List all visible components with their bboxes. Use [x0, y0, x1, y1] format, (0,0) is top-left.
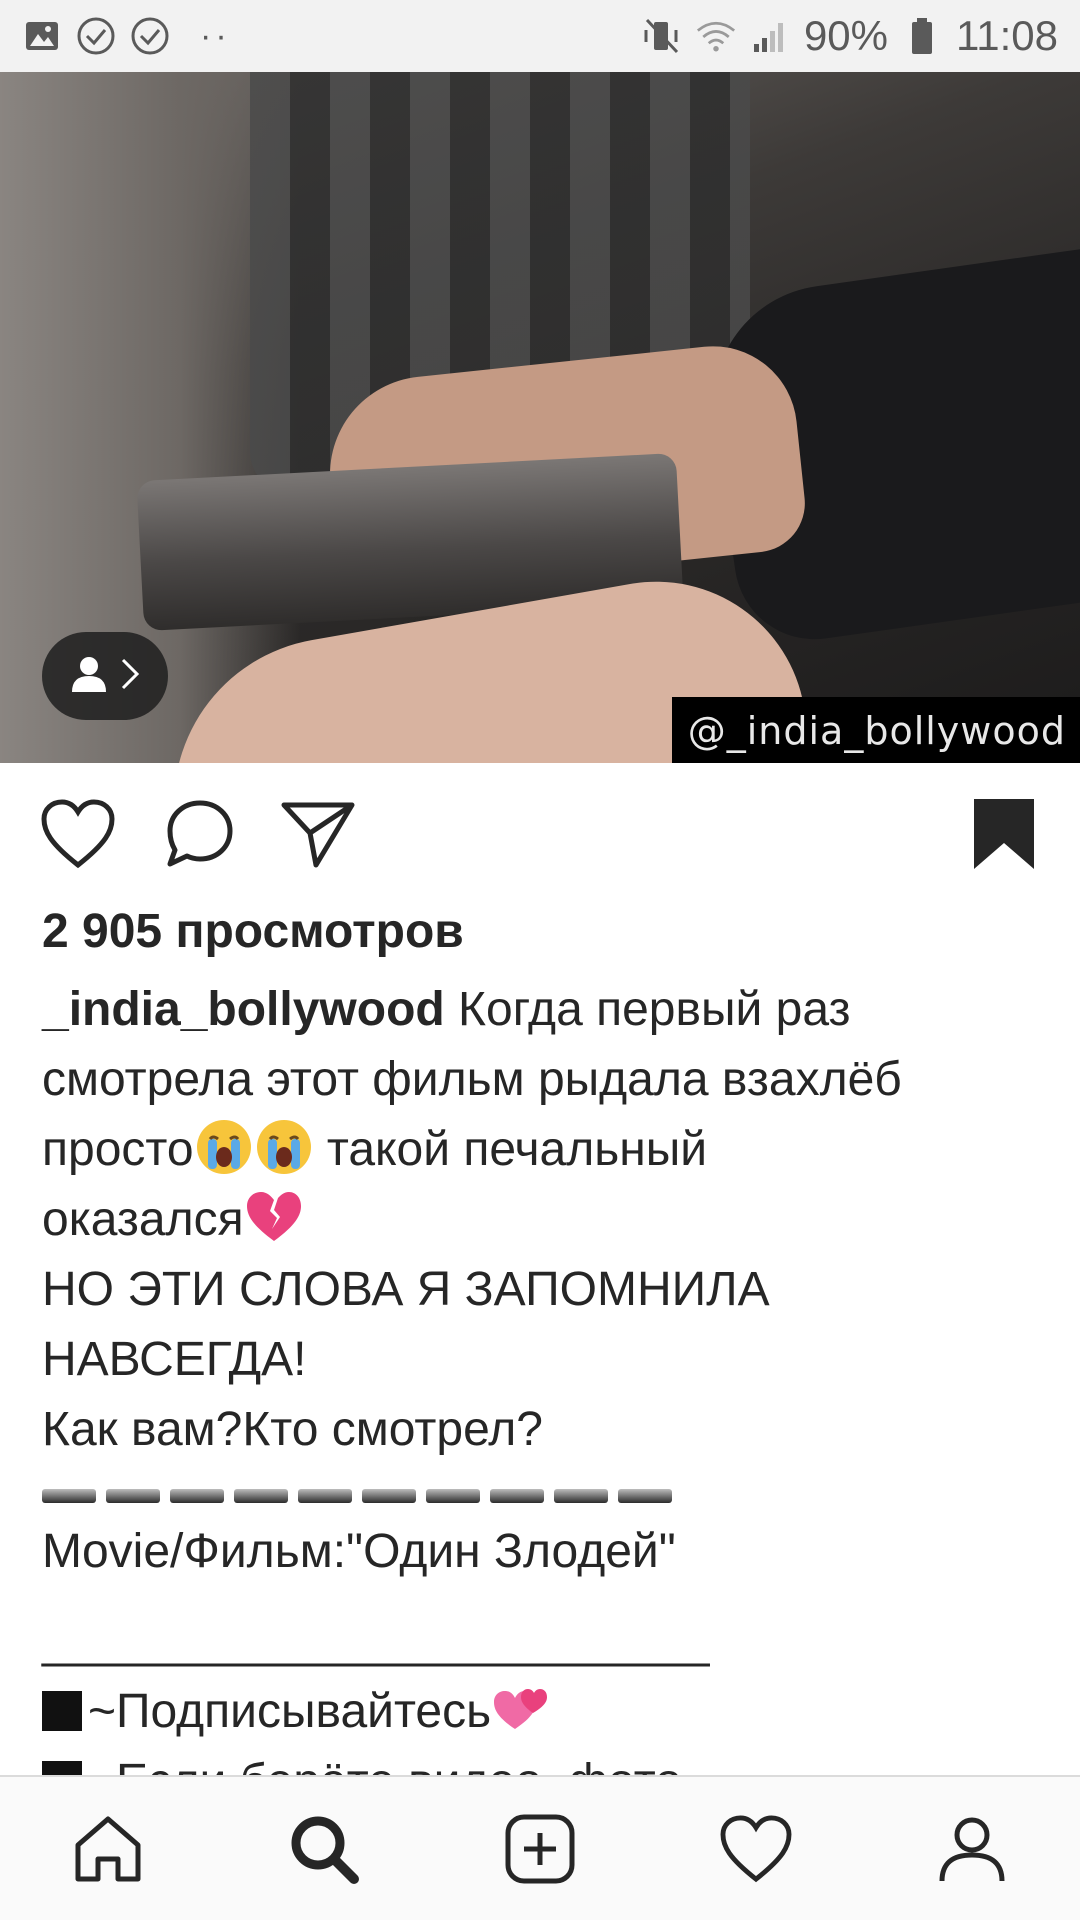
dash-icon — [490, 1489, 544, 1503]
post-caption: _india_bollywood Когда первый раз смотре… — [42, 975, 1042, 1817]
dash-icon — [106, 1489, 160, 1503]
user-icon — [69, 654, 109, 699]
broken-heart-emoji — [244, 1187, 304, 1247]
dash-icon — [234, 1489, 288, 1503]
post-video[interactable]: @_india_bollywood — [0, 72, 1080, 763]
dash-icon — [170, 1489, 224, 1503]
like-icon[interactable] — [34, 790, 122, 878]
check-circle-icon — [76, 16, 116, 56]
dash-icon — [362, 1489, 416, 1503]
battery-percent: 90% — [803, 12, 888, 59]
caption-line: ~Подписывайтесь — [42, 1677, 1042, 1747]
hearts-emoji — [491, 1679, 551, 1739]
caption-username[interactable]: _india_bollywood — [42, 983, 445, 1036]
post-actions — [0, 790, 1080, 878]
caption-text: смотрела этот фильм рыдала взахлёб — [42, 1053, 902, 1106]
dash-icon — [554, 1489, 608, 1503]
views-count: 2 905 просмотров — [42, 905, 464, 958]
caption-text: Как вам?Кто смотрел? — [42, 1403, 543, 1456]
share-icon[interactable] — [274, 790, 362, 878]
add-post-icon[interactable] — [432, 1777, 648, 1920]
crying-face-emoji — [254, 1117, 314, 1177]
profile-icon[interactable] — [864, 1777, 1080, 1920]
caption-text: ~Подписывайтесь — [88, 1685, 492, 1738]
dash-icon — [298, 1489, 352, 1503]
bookmark-icon[interactable] — [960, 790, 1048, 878]
black-square-icon — [42, 1691, 82, 1731]
home-icon[interactable] — [0, 1777, 216, 1920]
caption-line: оказался — [42, 1185, 1042, 1255]
dash-icon — [618, 1489, 672, 1503]
tagged-users-button[interactable] — [42, 632, 168, 720]
check-circle-icon — [130, 16, 170, 56]
caption-line: просто такой печальный — [42, 1115, 1042, 1185]
battery-icon — [902, 16, 942, 56]
signal-icon — [750, 16, 790, 56]
caption-text: _________________________ — [42, 1615, 710, 1668]
caption-text: оказался — [42, 1193, 244, 1246]
bottom-nav — [0, 1777, 1080, 1920]
image-icon — [22, 16, 62, 56]
status-bar: ·· 90% 11:08 — [0, 0, 1080, 72]
dash-divider — [42, 1481, 1042, 1511]
status-left: ·· — [22, 16, 231, 56]
caption-text: Когда первый раз — [458, 983, 851, 1036]
video-watermark: @_india_bollywood — [687, 709, 1066, 753]
caption-line: _india_bollywood Когда первый раз — [42, 975, 1042, 1045]
mute-vibrate-icon — [642, 16, 682, 56]
comment-icon[interactable] — [156, 790, 244, 878]
search-icon[interactable] — [216, 1777, 432, 1920]
caption-text: НО ЭТИ СЛОВА Я ЗАПОМНИЛА — [42, 1263, 770, 1316]
clock: 11:08 — [956, 12, 1058, 59]
wifi-icon — [696, 16, 736, 56]
dash-icon — [42, 1489, 96, 1503]
more-dots-icon: ·· — [200, 16, 231, 55]
caption-text: такой печальный — [313, 1123, 708, 1176]
crying-face-emoji — [194, 1117, 254, 1177]
dash-icon — [426, 1489, 480, 1503]
chevron-right-icon — [119, 656, 141, 697]
activity-heart-icon[interactable] — [648, 1777, 864, 1920]
caption-text: НАВСЕГДА! — [42, 1333, 307, 1386]
caption-text: просто — [42, 1123, 194, 1176]
caption-text: Movie/Фильм:"Один Злодей" — [42, 1525, 676, 1578]
status-right: 90% 11:08 — [642, 12, 1058, 60]
